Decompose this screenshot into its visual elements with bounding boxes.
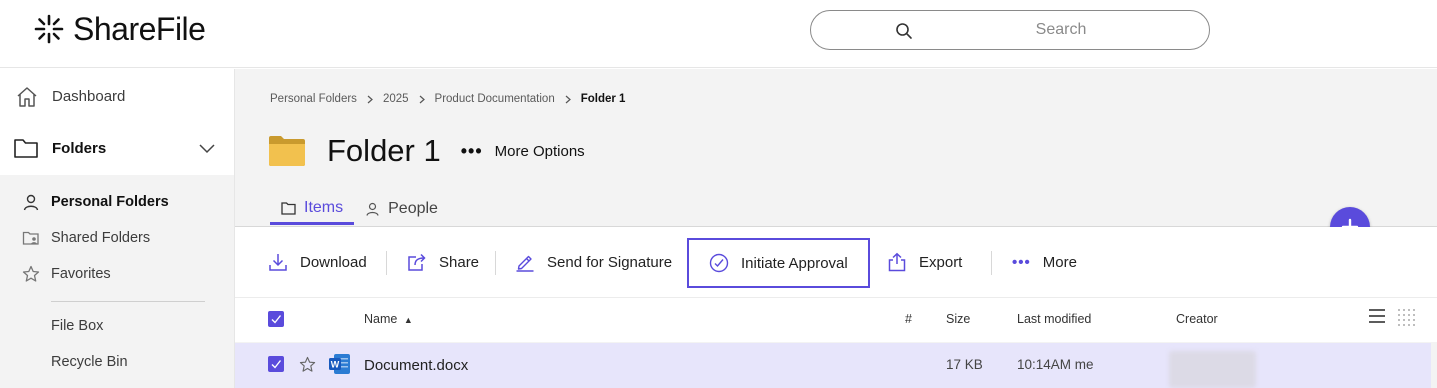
- chevron-right-icon: [565, 95, 571, 103]
- grid-view-icon[interactable]: [1397, 308, 1415, 326]
- search-box[interactable]: [810, 10, 1210, 50]
- sidebar-item-label: Dashboard: [52, 88, 126, 105]
- export-label: Export: [919, 253, 963, 271]
- toolbar-separator: [991, 251, 992, 275]
- checkmark-icon: [271, 315, 282, 324]
- sidebar-item-label: Recycle Bin: [51, 354, 128, 370]
- select-all-checkbox[interactable]: [268, 311, 284, 327]
- breadcrumb-item[interactable]: Product Documentation: [435, 93, 555, 105]
- main-content: Personal Folders 2025 Product Documentat…: [235, 69, 1437, 388]
- breadcrumb-item[interactable]: 2025: [383, 93, 409, 105]
- folder-icon: [269, 136, 305, 166]
- tab-bar: Items People: [270, 193, 449, 227]
- star-icon: [22, 265, 40, 282]
- more-horizontal-icon: •••: [1012, 253, 1031, 271]
- initiate-approval-button[interactable]: Initiate Approval: [687, 238, 870, 288]
- sidebar-item-recycle-bin[interactable]: Recycle Bin: [0, 345, 234, 379]
- breadcrumb-item[interactable]: Personal Folders: [270, 93, 357, 105]
- person-icon: [23, 194, 39, 211]
- download-label: Download: [300, 253, 367, 271]
- approval-check-icon: [709, 253, 729, 273]
- more-options-button[interactable]: ••• More Options: [461, 142, 585, 160]
- share-icon: [408, 253, 426, 271]
- more-label: More: [1042, 253, 1077, 271]
- chevron-right-icon: [419, 95, 425, 103]
- checkmark-icon: [271, 360, 282, 369]
- home-icon: [17, 87, 37, 107]
- file-size: 17 KB: [946, 357, 983, 372]
- chevron-right-icon: [367, 95, 373, 103]
- folder-header: Folder 1 ••• More Options: [268, 131, 585, 171]
- send-for-signature-button[interactable]: Send for Signature: [515, 239, 672, 285]
- word-document-icon: W: [329, 354, 350, 374]
- page-title: Folder 1: [327, 133, 441, 168]
- signature-pen-icon: [516, 255, 534, 272]
- folders-subnav: Personal Folders Shared Folders Favorite…: [0, 175, 234, 388]
- folder-outline-icon: [281, 201, 296, 215]
- more-button[interactable]: ••• More: [1012, 239, 1077, 285]
- breadcrumb-current: Folder 1: [580, 93, 626, 105]
- sidebar-item-label: Favorites: [51, 266, 111, 282]
- folder-outline-icon: [14, 139, 38, 158]
- sidebar-item-dashboard[interactable]: Dashboard: [0, 77, 234, 117]
- column-name-label: Name: [364, 312, 398, 326]
- sidebar-item-file-box[interactable]: File Box: [0, 309, 234, 343]
- tab-label: Items: [304, 198, 344, 216]
- column-header-last-modified[interactable]: Last modified: [1017, 312, 1091, 326]
- sort-ascending-icon: ▲: [403, 315, 413, 325]
- chevron-down-icon[interactable]: [198, 141, 216, 155]
- list-view-icon[interactable]: [1368, 308, 1386, 324]
- export-icon: [888, 252, 906, 272]
- toolbar-separator: [386, 251, 387, 275]
- tab-items[interactable]: Items: [270, 193, 355, 225]
- favorite-star-icon[interactable]: [299, 356, 316, 373]
- table-row[interactable]: W Document.docx 17 KB 10:14AM me: [235, 343, 1431, 388]
- sidebar-item-label: Personal Folders: [51, 194, 169, 210]
- shared-folders-icon: [22, 231, 39, 245]
- sharefile-logo[interactable]: ShareFile: [33, 10, 206, 48]
- person-icon: [366, 202, 379, 216]
- share-button[interactable]: Share: [407, 239, 479, 285]
- search-icon[interactable]: [895, 22, 913, 40]
- app-header: ShareFile: [0, 0, 1437, 68]
- sidebar-item-personal-folders[interactable]: Personal Folders: [0, 185, 234, 219]
- row-checkbox[interactable]: [268, 356, 284, 372]
- svg-text:W: W: [331, 360, 340, 370]
- share-label: Share: [439, 253, 480, 271]
- sidebar-item-label: Folders: [52, 140, 107, 157]
- toolbar-separator: [495, 251, 496, 275]
- column-header-number[interactable]: #: [905, 312, 912, 326]
- logo-text: ShareFile: [73, 10, 206, 47]
- file-last-modified: 10:14AM me: [1017, 357, 1094, 372]
- tab-label: People: [388, 200, 438, 217]
- initiate-approval-label: Initiate Approval: [741, 254, 848, 272]
- creator-avatar-redacted: [1169, 351, 1256, 388]
- sidebar-item-shared-folders[interactable]: Shared Folders: [0, 221, 234, 255]
- sidebar-item-label: File Box: [51, 318, 104, 334]
- download-button[interactable]: Download: [268, 239, 367, 285]
- breadcrumb: Personal Folders 2025 Product Documentat…: [270, 93, 625, 105]
- sharefile-logo-icon: [34, 14, 64, 44]
- sidebar: Dashboard Folders Personal Folders Share…: [0, 69, 235, 388]
- sidebar-item-favorites[interactable]: Favorites: [0, 257, 234, 291]
- sidebar-divider: [51, 301, 205, 302]
- send-for-signature-label: Send for Signature: [547, 253, 673, 271]
- column-header-name[interactable]: Name ▲: [364, 312, 413, 326]
- more-horizontal-icon: •••: [460, 141, 483, 161]
- export-button[interactable]: Export: [887, 239, 962, 285]
- action-toolbar: Download Share Send for Signature Initia…: [235, 227, 1437, 297]
- column-header-size[interactable]: Size: [946, 312, 970, 326]
- download-icon: [269, 254, 287, 271]
- more-options-label: More Options: [494, 142, 585, 160]
- search-input[interactable]: [931, 17, 1191, 43]
- file-name[interactable]: Document.docx: [364, 357, 468, 374]
- table-header: Name ▲ # Size Last modified Creator: [235, 298, 1437, 342]
- tab-people[interactable]: People: [354, 193, 449, 225]
- sidebar-item-label: Shared Folders: [51, 230, 151, 246]
- sidebar-item-folders[interactable]: Folders: [0, 127, 234, 171]
- column-header-creator[interactable]: Creator: [1176, 312, 1218, 326]
